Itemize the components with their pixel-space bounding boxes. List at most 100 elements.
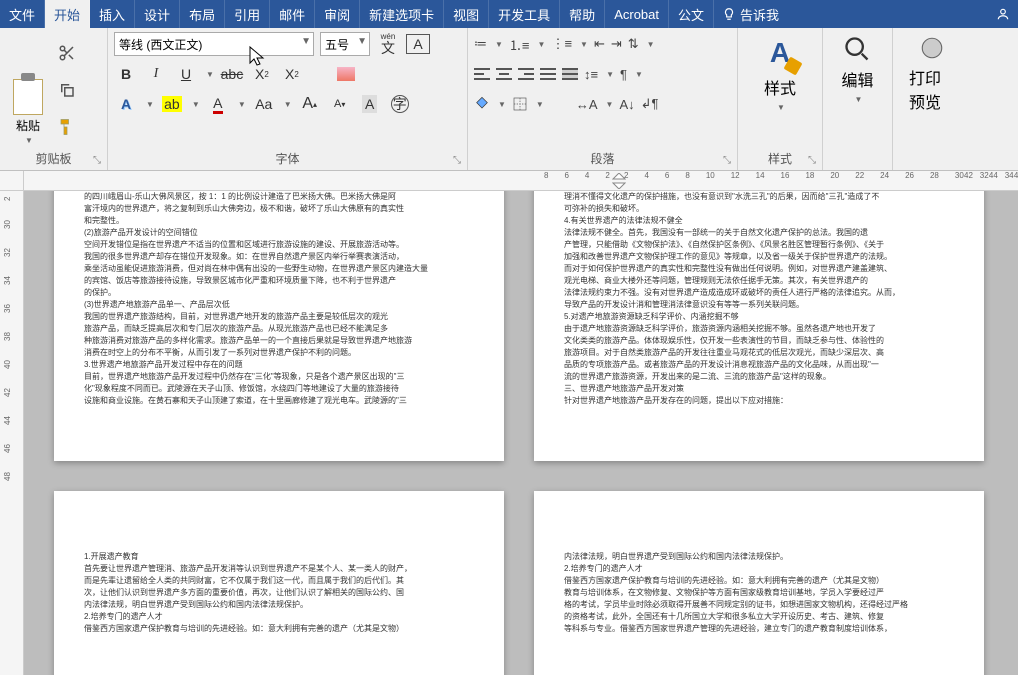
- strikethrough-button[interactable]: abc: [220, 62, 244, 86]
- clipboard-launcher-icon[interactable]: ⤡: [90, 153, 104, 167]
- change-case-button[interactable]: Aa: [252, 92, 276, 116]
- character-shading-button[interactable]: A: [358, 92, 382, 116]
- page-3: 1.开展遗产教育首先要让世界遗产管理消、旅游产品开发消等认识到世界遗产不是某个人…: [54, 491, 504, 675]
- tab-developer[interactable]: 开发工具: [489, 0, 560, 28]
- tab-design[interactable]: 设计: [135, 0, 180, 28]
- align-center-button[interactable]: [496, 68, 512, 80]
- chevron-down-icon: ▼: [192, 100, 200, 109]
- numbering-button[interactable]: ⒈≡: [509, 35, 530, 54]
- character-border-button[interactable]: A: [406, 34, 430, 54]
- page-4: 内法律法规，明白世界遗产受到国际公约和国内法律法规保护。2.培养专门的遗产人才借…: [534, 491, 984, 675]
- show-paragraph-marks-button[interactable]: ↲¶: [641, 96, 659, 112]
- tab-newtab[interactable]: 新建选项卡: [360, 0, 444, 28]
- subscript-button[interactable]: X2: [250, 62, 274, 86]
- styles-button[interactable]: A 样式 ▼: [754, 31, 806, 149]
- shrink-font-button[interactable]: A▾: [328, 92, 352, 116]
- font-size-combo[interactable]: 五号 ▼: [320, 32, 370, 56]
- bullets-button[interactable]: ≔: [474, 36, 487, 52]
- tab-help[interactable]: 帮助: [560, 0, 605, 28]
- page-2: 理消不懂得文化遗产的保护措施，也没有意识到"水洗三孔"的后果，因而给"三孔"造成…: [534, 191, 984, 461]
- shading-button[interactable]: [474, 96, 490, 112]
- tab-gongwen[interactable]: 公文: [669, 0, 714, 28]
- enclose-characters-button[interactable]: 字: [388, 92, 412, 116]
- tab-home[interactable]: 开始: [45, 0, 90, 28]
- tab-insert[interactable]: 插入: [90, 0, 135, 28]
- bold-button[interactable]: B: [114, 62, 138, 86]
- tell-me-label: 告诉我: [740, 5, 779, 24]
- chevron-down-icon: ▼: [357, 36, 367, 47]
- font-launcher-icon[interactable]: ⤡: [450, 153, 464, 167]
- tab-references[interactable]: 引用: [225, 0, 270, 28]
- distributed-button[interactable]: [562, 68, 578, 80]
- paste-button[interactable]: 粘贴 ▼: [6, 31, 50, 149]
- chevron-down-icon: ▼: [606, 100, 614, 109]
- account-icon[interactable]: [988, 0, 1018, 28]
- vertical-ruler[interactable]: 230323436384042444648: [0, 191, 24, 675]
- grow-font-button[interactable]: A▴: [298, 92, 322, 116]
- show-marks-button[interactable]: ¶: [620, 67, 627, 82]
- font-color-button[interactable]: A: [206, 92, 230, 116]
- font-group-label: 字体: [275, 150, 299, 167]
- char-scale-button[interactable]: ↔A: [576, 97, 598, 112]
- justify-button[interactable]: [540, 68, 556, 80]
- copy-icon[interactable]: [56, 79, 78, 101]
- tell-me[interactable]: 告诉我: [714, 0, 787, 28]
- tab-view[interactable]: 视图: [444, 0, 489, 28]
- eraser-icon: [337, 67, 355, 81]
- chevron-down-icon: ▼: [206, 70, 214, 79]
- font-name-combo[interactable]: 等线 (西文正文)▼: [114, 32, 314, 56]
- font-size-value: 五号: [325, 36, 349, 53]
- chevron-down-icon: ▼: [301, 36, 311, 47]
- paragraph-group-label: 段落: [590, 150, 614, 167]
- horizontal-ruler[interactable]: 8642 2468101214161820222426283032343638 …: [24, 171, 1018, 191]
- search-icon: [843, 35, 871, 63]
- tab-layout[interactable]: 布局: [180, 0, 225, 28]
- editing-button[interactable]: 编辑 ▼: [831, 31, 883, 149]
- increase-indent-button[interactable]: ⇥: [611, 36, 622, 52]
- chevron-down-icon: ▼: [284, 100, 292, 109]
- chevron-down-icon: ▼: [777, 103, 785, 112]
- chevron-down-icon: ▼: [238, 100, 246, 109]
- chevron-down-icon: ▼: [647, 40, 655, 49]
- italic-button[interactable]: I: [144, 62, 168, 86]
- sort-button[interactable]: ⇅: [628, 36, 639, 52]
- align-right-button[interactable]: [518, 68, 534, 80]
- tab-review[interactable]: 审阅: [315, 0, 360, 28]
- chevron-down-icon: ▼: [498, 100, 506, 109]
- line-spacing-button[interactable]: ↕≡: [584, 67, 598, 82]
- tab-mail[interactable]: 邮件: [270, 0, 315, 28]
- superscript-button[interactable]: X2: [280, 62, 304, 86]
- styles-label: 样式: [764, 75, 796, 99]
- styles-launcher-icon[interactable]: ⤡: [805, 153, 819, 167]
- chevron-down-icon: ▼: [25, 136, 33, 145]
- styles-icon: A: [762, 35, 798, 71]
- circle-icon: [919, 35, 945, 61]
- sort-az-button[interactable]: A↓: [619, 97, 634, 112]
- chevron-down-icon: ▼: [855, 95, 863, 104]
- decrease-indent-button[interactable]: ⇤: [594, 36, 605, 52]
- text-effects-button[interactable]: A: [114, 92, 138, 116]
- cut-icon[interactable]: [56, 42, 78, 64]
- borders-button[interactable]: [512, 96, 528, 112]
- clipboard-icon: [10, 73, 46, 115]
- print-preview-button[interactable]: 打印预览: [899, 31, 965, 149]
- highlight-button[interactable]: ab: [160, 92, 184, 116]
- chevron-down-icon: ▼: [538, 40, 546, 49]
- document-pages[interactable]: 的四川峨眉山-乐山大佛风景区，按 1：1 的比例设计建造了巴米扬大佛。巴米扬大佛…: [24, 191, 1018, 675]
- tab-acrobat[interactable]: Acrobat: [605, 0, 669, 28]
- tab-file[interactable]: 文件: [0, 0, 45, 28]
- underline-button[interactable]: U: [174, 62, 198, 86]
- multilevel-list-button[interactable]: ⋮≡: [551, 36, 572, 52]
- chevron-down-icon: ▼: [536, 100, 544, 109]
- editing-label: 编辑: [841, 67, 873, 91]
- align-left-button[interactable]: [474, 68, 490, 80]
- paragraph-launcher-icon[interactable]: ⤡: [720, 153, 734, 167]
- chevron-down-icon: ▼: [635, 70, 643, 79]
- format-painter-icon[interactable]: [56, 116, 78, 138]
- paste-label: 粘贴: [16, 117, 40, 134]
- chevron-down-icon: ▼: [495, 40, 503, 49]
- chevron-down-icon: ▼: [606, 70, 614, 79]
- indent-marker-icon[interactable]: [612, 173, 626, 189]
- phonetic-guide-button[interactable]: wén文: [376, 32, 400, 56]
- clear-formatting-button[interactable]: [334, 62, 358, 86]
